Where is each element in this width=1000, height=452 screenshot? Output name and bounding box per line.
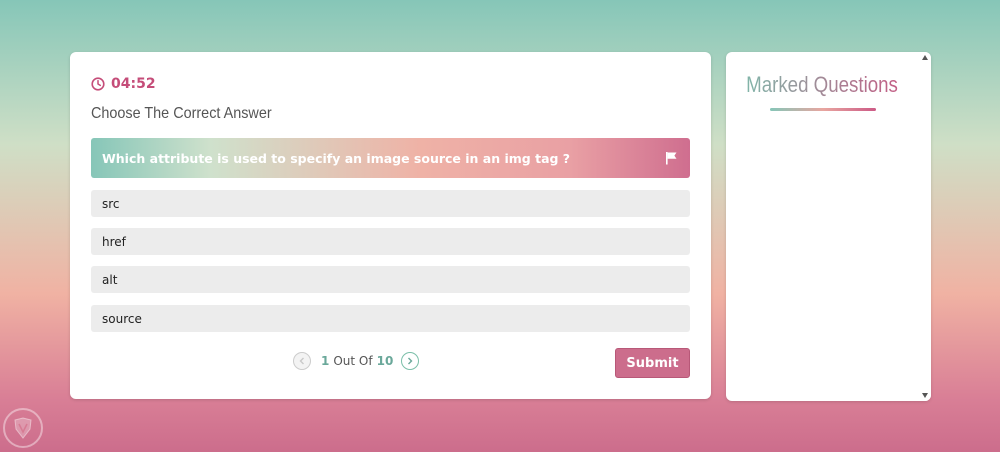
logo xyxy=(3,408,43,448)
answer-option-src[interactable]: src xyxy=(91,190,690,217)
total-pages: 10 xyxy=(376,354,394,368)
question-bar: Which attribute is used to specify an im… xyxy=(91,138,690,178)
next-button[interactable] xyxy=(401,352,420,370)
answer-label: href xyxy=(102,234,126,249)
scroll-down-arrow-icon[interactable] xyxy=(922,393,928,398)
scrollbar[interactable] xyxy=(919,52,931,401)
clock-icon xyxy=(91,77,105,91)
pagination: 1 Out Of 10 xyxy=(293,352,420,370)
answer-option-href[interactable]: href xyxy=(91,228,690,255)
quiz-card: 04:52 Choose The Correct Answer Which at… xyxy=(70,52,711,399)
prev-button[interactable] xyxy=(293,352,311,370)
page-separator: Out Of xyxy=(333,354,373,368)
flag-icon[interactable] xyxy=(665,151,678,165)
chevron-left-icon xyxy=(299,357,304,365)
title-underline xyxy=(770,108,876,111)
marked-questions-title: Marked Questions xyxy=(740,72,903,98)
question-text: Which attribute is used to specify an im… xyxy=(102,150,571,166)
timer: 04:52 xyxy=(91,76,156,92)
shield-logo-icon xyxy=(14,417,32,439)
marked-questions-panel: Marked Questions xyxy=(726,52,931,401)
answer-label: source xyxy=(102,311,142,326)
answer-option-source[interactable]: source xyxy=(91,305,690,332)
current-page: 1 xyxy=(321,354,330,368)
chevron-right-icon xyxy=(408,357,413,365)
page-title: Choose The Correct Answer xyxy=(91,105,272,122)
scroll-up-arrow-icon[interactable] xyxy=(922,55,928,60)
answer-option-alt[interactable]: alt xyxy=(91,266,690,293)
answer-label: alt xyxy=(102,272,118,287)
answer-label: src xyxy=(102,196,120,211)
submit-button[interactable]: Submit xyxy=(615,348,690,378)
timer-value: 04:52 xyxy=(111,76,156,92)
